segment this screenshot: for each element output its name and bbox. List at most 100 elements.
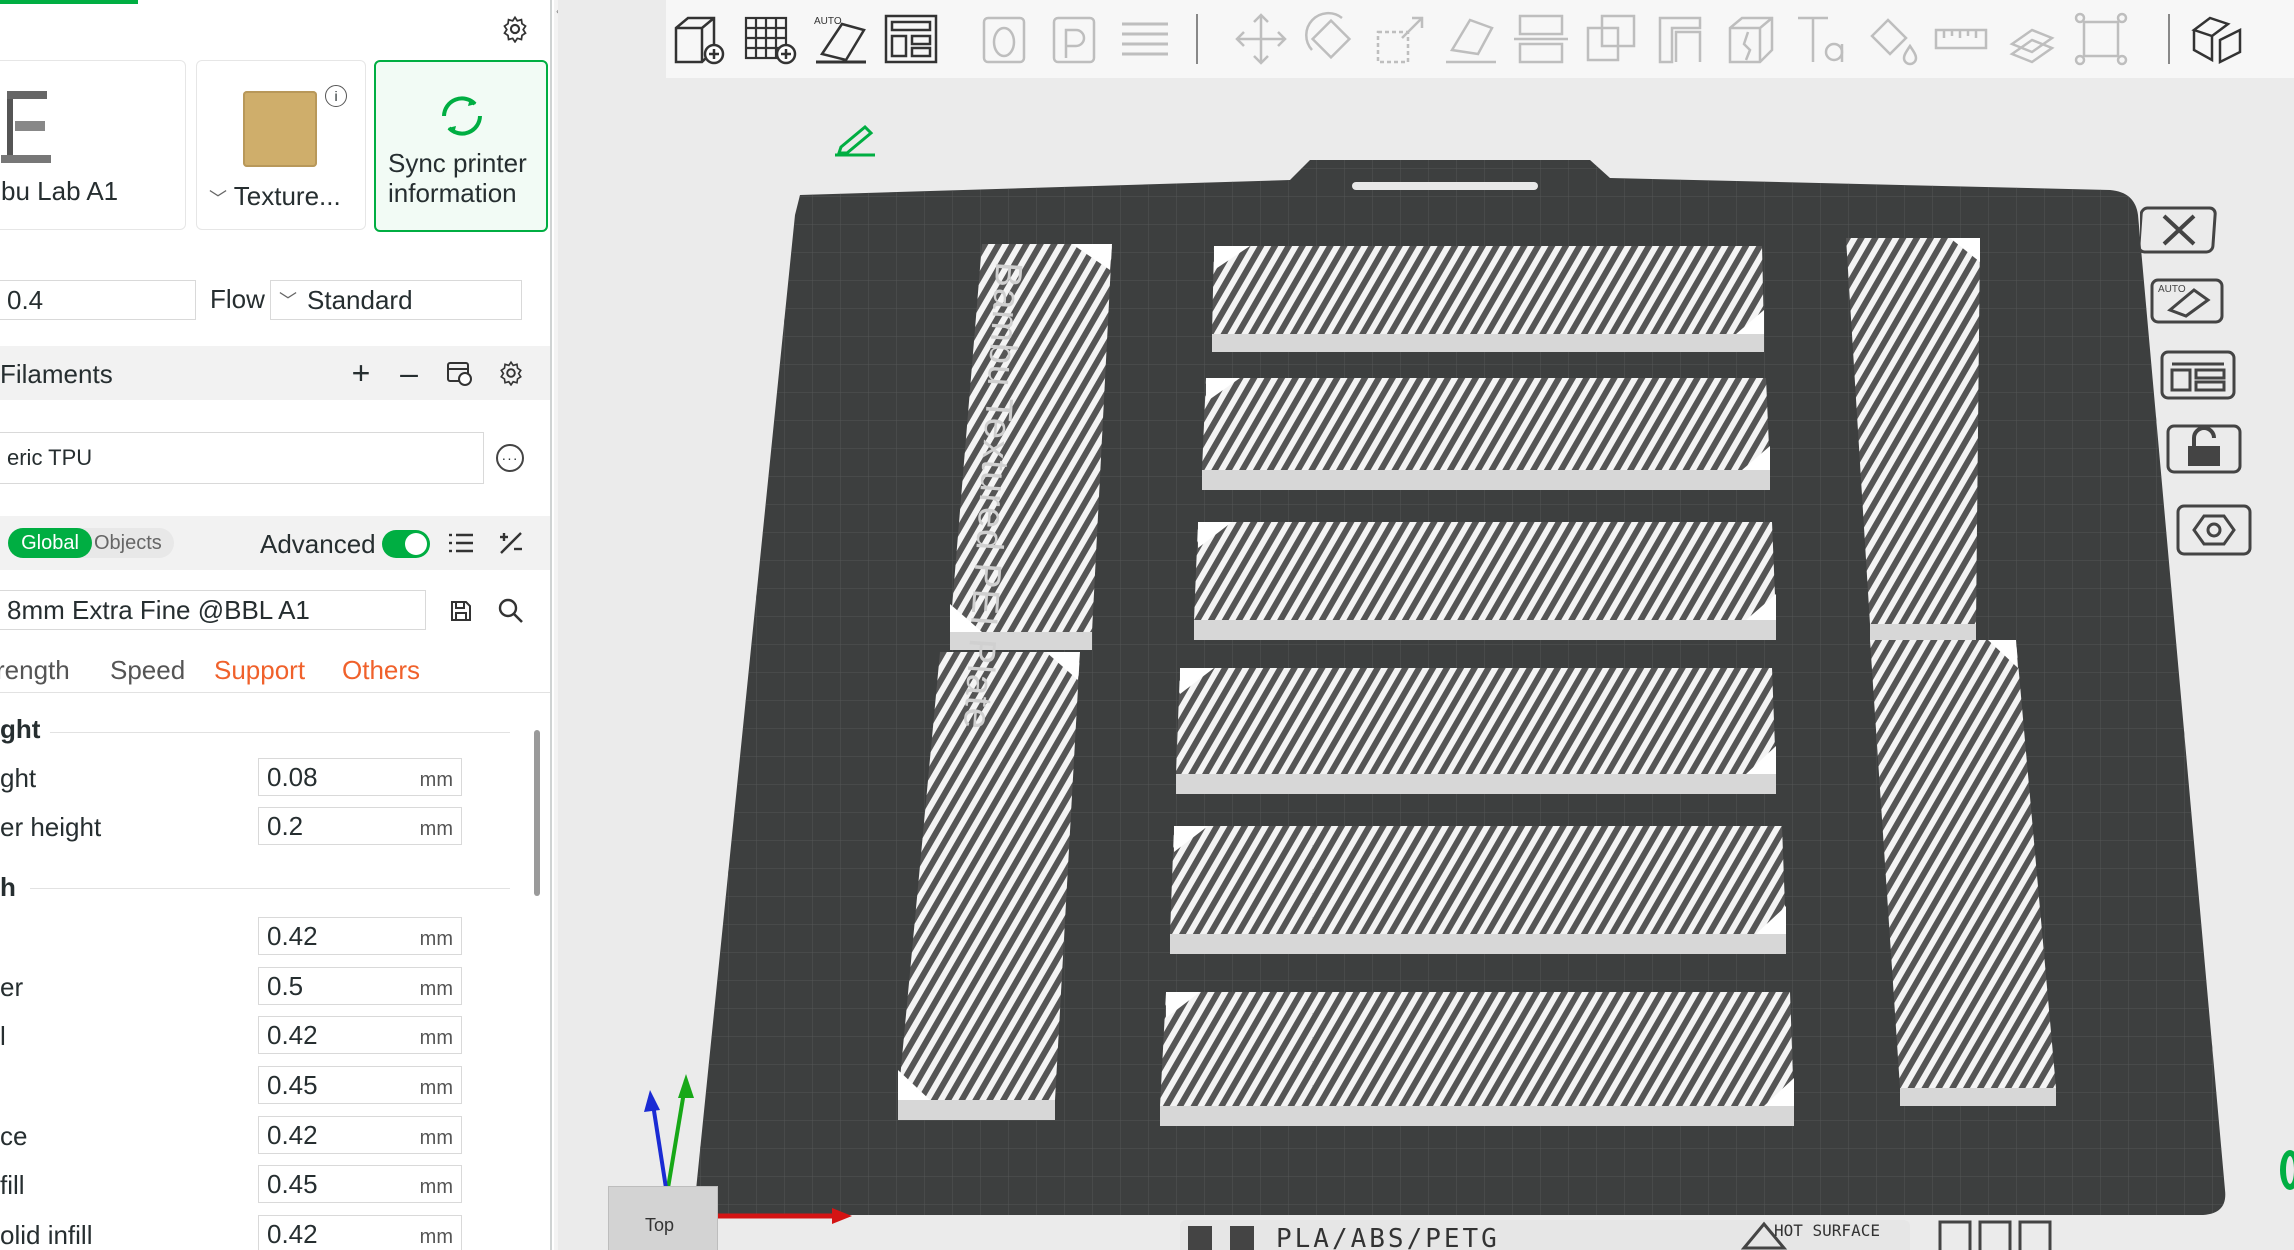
model-part[interactable] xyxy=(1170,826,1786,954)
remove-filament-icon[interactable]: – xyxy=(392,355,426,391)
toolbar-separator xyxy=(1196,14,1198,64)
text-icon[interactable] xyxy=(1792,10,1850,68)
sync-printer-button[interactable]: Sync printer information xyxy=(374,60,548,232)
filament-settings-gear-icon[interactable] xyxy=(494,356,528,390)
param-label: er xyxy=(0,972,24,1002)
edit-pencil-icon[interactable] xyxy=(828,120,882,160)
scale-icon[interactable] xyxy=(1372,10,1430,68)
arrange-icon[interactable] xyxy=(882,10,940,68)
param-label: l xyxy=(0,1021,6,1051)
add-plate-icon[interactable] xyxy=(742,10,800,68)
param-input[interactable]: 0.2 mm xyxy=(258,807,462,845)
section-layer-height: ght xyxy=(0,714,41,744)
auto-orient-plate-icon[interactable]: AUTO xyxy=(2146,272,2226,328)
move-icon[interactable] xyxy=(1232,10,1290,68)
assembly-icon[interactable] xyxy=(2002,10,2060,68)
param-label: olid infill xyxy=(0,1220,93,1250)
auto-orient-icon[interactable]: AUTO xyxy=(812,10,870,68)
compare-icon[interactable] xyxy=(494,528,528,558)
filament-sync-icon[interactable] xyxy=(442,356,476,390)
plate-dropdown[interactable]: ﹀ Texture... xyxy=(209,181,341,212)
fit-view-icon[interactable] xyxy=(2072,10,2130,68)
color-paint-icon[interactable] xyxy=(1862,10,1920,68)
tab-strength[interactable]: rength xyxy=(0,655,70,686)
printer-name: bu Lab A1 xyxy=(1,176,119,206)
lay-on-face-icon[interactable] xyxy=(1442,10,1500,68)
param-input[interactable]: 0.42 mm xyxy=(258,1116,462,1154)
param-label: fill xyxy=(0,1170,25,1200)
tab-support[interactable]: Support xyxy=(214,655,305,686)
param-input[interactable]: 0.42 mm xyxy=(258,917,462,955)
model-part[interactable] xyxy=(1194,522,1776,640)
section-line-width: h xyxy=(0,872,16,902)
sidebar: bu Lab A1 i ﹀ Texture... Sync printer in… xyxy=(0,0,552,1250)
info-icon[interactable]: i xyxy=(325,85,347,107)
process-header: Global Objects Advanced xyxy=(0,516,550,570)
svg-text:AUTO: AUTO xyxy=(2158,284,2186,295)
params-panel: ght ght 0.08 mm er height 0.2 mm h 0.42 mm … xyxy=(0,700,530,1250)
scene xyxy=(644,160,2226,1250)
flow-select[interactable]: ﹀ Standard xyxy=(270,280,522,320)
bed-filament-text: PLA/ABS/PETG xyxy=(1276,1224,1500,1250)
filament-item-select[interactable]: eric TPU xyxy=(0,432,484,484)
printer-image-icon xyxy=(1,91,51,163)
add-object-icon[interactable] xyxy=(670,10,728,68)
variable-layer-height-icon[interactable] xyxy=(1116,10,1174,68)
lock-plate-icon[interactable] xyxy=(2164,420,2244,476)
rotate-icon[interactable] xyxy=(1302,10,1360,68)
param-label: ght xyxy=(0,763,37,793)
arrange-plate-icon[interactable] xyxy=(2158,346,2238,402)
nozzle-diameter-select[interactable]: 0.4 xyxy=(0,280,196,320)
plate-settings-icon[interactable] xyxy=(2174,500,2254,556)
progress-line xyxy=(0,0,138,4)
model-part[interactable] xyxy=(1202,378,1770,490)
param-input[interactable]: 0.5 mm xyxy=(258,967,462,1005)
main-toolbar: AUTO xyxy=(666,0,2294,78)
model-part[interactable] xyxy=(1212,246,1764,352)
sync-line1: Sync printer xyxy=(388,148,527,178)
3d-viewport[interactable]: Bambu Textured PEI Plate PLA/ABS/PETG HO… xyxy=(558,0,2294,1250)
assembly-view-icon[interactable] xyxy=(2188,10,2246,68)
model-part[interactable] xyxy=(1160,992,1794,1126)
sync-icon xyxy=(442,96,482,136)
cut-icon[interactable] xyxy=(1512,10,1570,68)
measure-icon[interactable] xyxy=(1932,10,1990,68)
seam-paint-icon[interactable] xyxy=(1722,10,1780,68)
right-edge-indicator xyxy=(2280,1150,2294,1190)
model-part[interactable] xyxy=(1176,668,1776,794)
close-plate-icon[interactable] xyxy=(2137,202,2220,258)
split-parts-icon[interactable] xyxy=(1046,10,1104,68)
toggle-objects[interactable]: Objects xyxy=(94,528,174,558)
tab-speed[interactable]: Speed xyxy=(110,655,185,686)
param-label: ce xyxy=(0,1121,28,1151)
chevron-down-icon: ﹀ xyxy=(209,189,227,209)
printer-card[interactable]: bu Lab A1 xyxy=(0,60,186,230)
filaments-header: Filaments + – xyxy=(0,346,550,400)
save-icon[interactable] xyxy=(444,596,478,626)
boolean-icon[interactable] xyxy=(1582,10,1640,68)
param-input[interactable]: 0.45 mm xyxy=(258,1066,462,1104)
plate-card[interactable]: i ﹀ Texture... xyxy=(196,60,366,230)
filaments-title: Filaments xyxy=(0,359,113,389)
advanced-switch[interactable] xyxy=(382,530,430,558)
search-icon[interactable] xyxy=(494,596,528,626)
param-input[interactable]: 0.08 mm xyxy=(258,758,462,796)
settings-scrollbar[interactable] xyxy=(534,730,540,896)
printer-settings-gear-icon[interactable] xyxy=(498,12,532,46)
sync-line2: information xyxy=(388,178,517,208)
chevron-down-icon: ﹀ xyxy=(279,291,297,311)
global-objects-toggle[interactable]: Global Objects xyxy=(8,528,174,558)
split-objects-icon[interactable] xyxy=(976,10,1034,68)
param-input[interactable]: 0.45 mm xyxy=(258,1165,462,1203)
tab-others[interactable]: Others xyxy=(342,655,420,686)
param-input[interactable]: 0.42 mm xyxy=(258,1016,462,1054)
toggle-global[interactable]: Global xyxy=(8,528,92,558)
param-label: er height xyxy=(0,812,102,842)
add-filament-icon[interactable]: + xyxy=(344,355,378,391)
filament-more-icon[interactable]: ··· xyxy=(496,444,524,472)
view-cube[interactable]: Top xyxy=(608,1186,718,1250)
process-preset-select[interactable]: 8mm Extra Fine @BBL A1 xyxy=(0,590,426,630)
list-icon[interactable] xyxy=(444,528,478,558)
param-input[interactable]: 0.42 mm xyxy=(258,1215,462,1250)
support-paint-icon[interactable] xyxy=(1652,10,1710,68)
